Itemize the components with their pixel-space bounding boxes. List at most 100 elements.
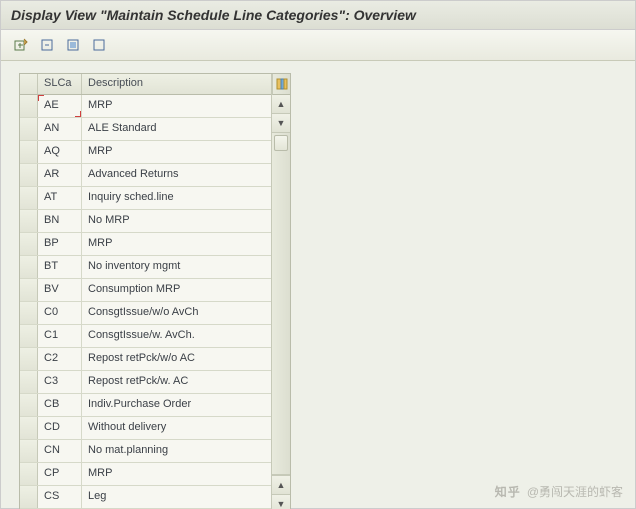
cell-description[interactable]: Inquiry sched.line [82,187,271,209]
row-selector[interactable] [20,325,38,347]
cell-description[interactable]: ALE Standard [82,118,271,140]
app-window: Display View "Maintain Schedule Line Cat… [0,0,636,509]
row-selector[interactable] [20,95,38,117]
cell-code[interactable]: CN [38,440,82,462]
table-row: CBIndiv.Purchase Order [20,394,271,417]
expand-all-icon [14,38,28,52]
table-row: CDWithout delivery [20,417,271,440]
toolbar-btn-select[interactable] [63,35,83,55]
cell-description[interactable]: ConsgtIssue/w/o AvCh [82,302,271,324]
row-selector[interactable] [20,164,38,186]
toolbar-btn-deselect[interactable] [89,35,109,55]
scroll-track[interactable] [272,133,290,475]
cell-code[interactable]: CD [38,417,82,439]
table-row: ATInquiry sched.line [20,187,271,210]
watermark: 知乎 @勇闯天涯的虾客 [495,483,623,500]
cell-description[interactable]: Consumption MRP [82,279,271,301]
cell-code[interactable]: CP [38,463,82,485]
row-selector[interactable] [20,348,38,370]
toolbar [1,30,635,61]
cell-code[interactable]: AQ [38,141,82,163]
row-selector[interactable] [20,302,38,324]
row-selector[interactable] [20,371,38,393]
table-row: ANALE Standard [20,118,271,141]
table-body: AEMRPANALE StandardAQMRPARAdvanced Retur… [20,95,271,509]
table-row: CSLeg [20,486,271,509]
cell-description[interactable]: Repost retPck/w. AC [82,371,271,393]
collapse-all-icon [40,38,54,52]
row-selector[interactable] [20,463,38,485]
cell-description[interactable]: No mat.planning [82,440,271,462]
table-row: BNNo MRP [20,210,271,233]
cell-description[interactable]: Repost retPck/w/o AC [82,348,271,370]
select-all-icon [66,38,80,52]
cell-code[interactable]: AR [38,164,82,186]
content-area: SLCa Description AEMRPANALE StandardAQMR… [1,61,635,509]
cell-description[interactable]: Leg [82,486,271,508]
deselect-all-icon [92,38,106,52]
cell-description[interactable]: Without delivery [82,417,271,439]
cell-description[interactable]: MRP [82,141,271,163]
table-header: SLCa Description [20,74,271,95]
cell-code[interactable]: C3 [38,371,82,393]
cell-description[interactable]: ConsgtIssue/w. AvCh. [82,325,271,347]
table-row: BPMRP [20,233,271,256]
row-selector[interactable] [20,486,38,508]
row-selector[interactable] [20,279,38,301]
cell-code[interactable]: BV [38,279,82,301]
vertical-scrollbar[interactable]: ▲ ▼ ▲ ▼ [271,74,290,509]
cell-description[interactable]: Indiv.Purchase Order [82,394,271,416]
table-row: BVConsumption MRP [20,279,271,302]
table-row: C2Repost retPck/w/o AC [20,348,271,371]
table-row: C1ConsgtIssue/w. AvCh. [20,325,271,348]
cell-code[interactable]: C0 [38,302,82,324]
row-selector[interactable] [20,417,38,439]
table-row: CNNo mat.planning [20,440,271,463]
table-row: AEMRP [20,95,271,118]
row-selector[interactable] [20,210,38,232]
row-selector[interactable] [20,256,38,278]
cell-code[interactable]: BP [38,233,82,255]
page-title: Display View "Maintain Schedule Line Cat… [1,1,635,30]
col-header-select[interactable] [20,74,38,94]
row-selector[interactable] [20,118,38,140]
cell-code[interactable]: BT [38,256,82,278]
table-row: BTNo inventory mgmt [20,256,271,279]
toolbar-btn-collapse[interactable] [37,35,57,55]
cell-code[interactable]: CB [38,394,82,416]
row-selector[interactable] [20,233,38,255]
cell-description[interactable]: No inventory mgmt [82,256,271,278]
col-header-description[interactable]: Description [82,74,271,94]
table-row: C0ConsgtIssue/w/o AvCh [20,302,271,325]
data-table: SLCa Description AEMRPANALE StandardAQMR… [19,73,291,509]
cell-code[interactable]: AT [38,187,82,209]
row-selector[interactable] [20,394,38,416]
table-row: AQMRP [20,141,271,164]
cell-description[interactable]: MRP [82,463,271,485]
cell-description[interactable]: No MRP [82,210,271,232]
cell-code[interactable]: C1 [38,325,82,347]
row-selector[interactable] [20,187,38,209]
table-config-icon[interactable] [272,74,291,95]
cell-code[interactable]: CS [38,486,82,508]
cell-code[interactable]: AE [38,95,82,117]
cell-description[interactable]: MRP [82,95,271,117]
row-selector[interactable] [20,440,38,462]
cell-code[interactable]: AN [38,118,82,140]
scroll-down-button-2[interactable]: ▼ [272,494,290,509]
table-row: ARAdvanced Returns [20,164,271,187]
col-header-code[interactable]: SLCa [38,74,82,94]
row-selector[interactable] [20,141,38,163]
cell-code[interactable]: C2 [38,348,82,370]
scroll-up-button-2[interactable]: ▲ [272,475,290,494]
cell-description[interactable]: Advanced Returns [82,164,271,186]
scroll-up-button[interactable]: ▲ [272,95,290,114]
watermark-logo: 知乎 [495,483,521,500]
table-settings-icon [276,78,288,90]
cell-description[interactable]: MRP [82,233,271,255]
watermark-author: @勇闯天涯的虾客 [527,483,623,500]
scroll-thumb[interactable] [274,135,288,151]
scroll-down-button[interactable]: ▼ [272,114,290,133]
cell-code[interactable]: BN [38,210,82,232]
toolbar-btn-expand[interactable] [11,35,31,55]
